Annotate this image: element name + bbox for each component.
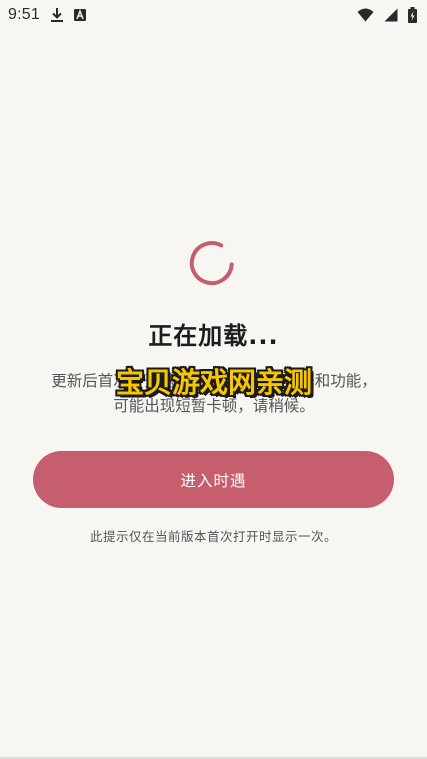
download-icon (50, 7, 64, 23)
status-bar-right (357, 7, 417, 23)
battery-icon (408, 7, 417, 23)
status-bar-left: 9:51 (8, 6, 86, 24)
watermark-overlay: 宝贝游戏网亲测 (115, 366, 312, 399)
wifi-icon (357, 8, 374, 22)
loading-screen: 9:51 正在加载... 更新后首次打开需要加载一些新的数据和功能，可能出现短暂… (0, 0, 427, 759)
status-time: 9:51 (8, 6, 40, 23)
font-a-icon (73, 9, 86, 21)
enter-button[interactable]: 进入时遇 (33, 451, 394, 508)
signal-icon (384, 8, 398, 22)
loading-spinner-icon (187, 238, 235, 286)
first-open-hint: 此提示仅在当前版本首次打开时显示一次。 (89, 529, 337, 544)
loading-title: 正在加载... (148, 322, 279, 350)
status-bar: 9:51 (0, 0, 427, 30)
